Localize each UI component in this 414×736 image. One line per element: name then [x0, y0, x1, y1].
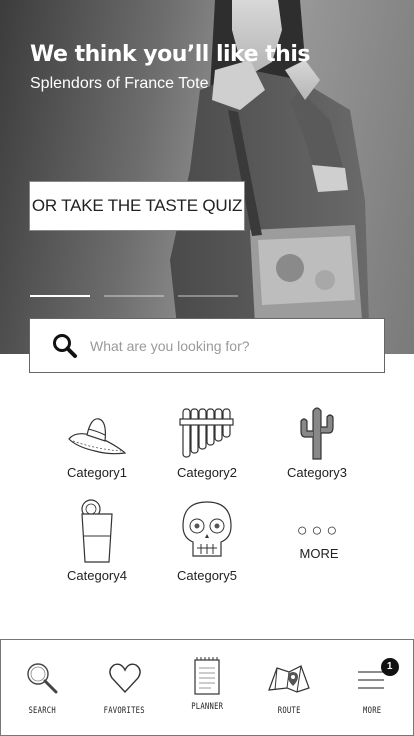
tab-label: ROUTE: [277, 706, 301, 716]
category-label: Category5: [177, 568, 237, 583]
carousel-dot[interactable]: [104, 295, 164, 297]
hero-banner[interactable]: We think you’ll like this Splendors of F…: [0, 0, 414, 354]
taste-quiz-button[interactable]: OR TAKE THE TASTE QUIZ: [29, 181, 245, 231]
tab-more[interactable]: 1 MORE: [331, 640, 413, 735]
tab-label: FAVORITES: [104, 706, 146, 716]
category-3[interactable]: Category3: [262, 405, 372, 480]
search-input[interactable]: [90, 337, 350, 354]
tab-label: SEARCH: [28, 706, 56, 716]
hero-subtitle: Splendors of France Tote: [30, 75, 209, 92]
category-more[interactable]: ○○○ MORE: [264, 518, 374, 561]
tab-route[interactable]: ROUTE: [248, 640, 330, 735]
tab-label: MORE: [362, 706, 381, 716]
carousel-dot[interactable]: [178, 295, 238, 297]
search-icon: [27, 663, 58, 694]
heart-icon: [108, 663, 141, 694]
sugar-skull-icon: [182, 501, 232, 557]
category-label: Category1: [67, 465, 127, 480]
cactus-icon: [300, 407, 334, 460]
tab-planner[interactable]: PLANNER: [166, 640, 248, 735]
category-5[interactable]: Category5: [152, 498, 262, 583]
notification-badge: 1: [380, 658, 399, 676]
more-dots-icon: ○○○: [296, 520, 342, 540]
map-icon: [268, 665, 311, 693]
category-4[interactable]: Category4: [42, 498, 152, 583]
tab-favorites[interactable]: FAVORITES: [83, 640, 165, 735]
bottom-tab-bar: SEARCH FAVORITES PLANNER ROUTE 1 MORE: [0, 639, 414, 736]
hero-title: We think you’ll like this: [30, 42, 310, 67]
pan-flute-icon: [179, 408, 234, 458]
notepad-icon: [194, 657, 220, 695]
carousel-dot[interactable]: [30, 295, 90, 297]
category-2[interactable]: Category2: [152, 405, 262, 480]
drink-icon: [81, 499, 113, 563]
sombrero-icon: [68, 418, 127, 455]
carousel-indicators: [30, 295, 238, 297]
tab-search[interactable]: SEARCH: [1, 640, 83, 735]
category-label: Category4: [67, 568, 127, 583]
category-label: Category3: [287, 465, 347, 480]
category-label: MORE: [299, 546, 339, 561]
category-label: Category2: [177, 465, 237, 480]
tab-label: PLANNER: [191, 702, 224, 712]
search-icon: [53, 333, 77, 358]
search-bar[interactable]: [29, 318, 385, 373]
category-1[interactable]: Category1: [42, 405, 152, 480]
